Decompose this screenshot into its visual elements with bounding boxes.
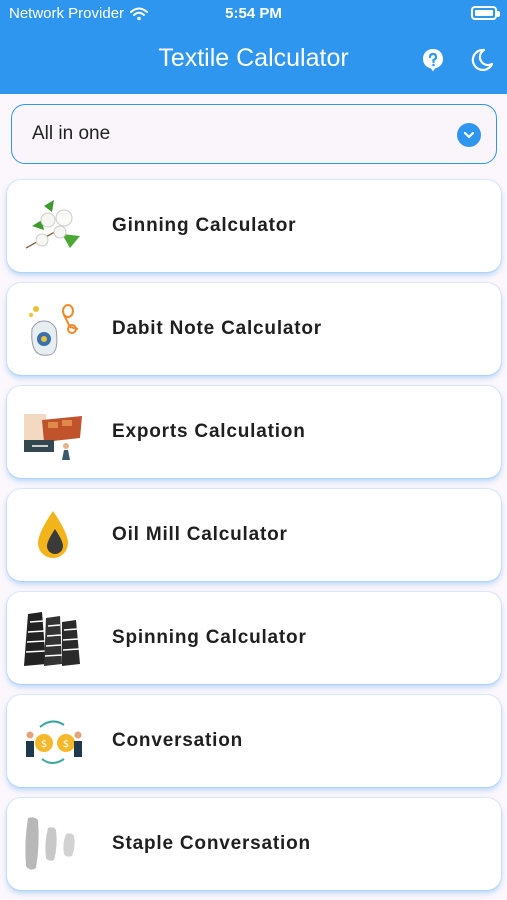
fiber-staple-icon [25,817,75,870]
calculator-label: Oil Mill Calculator [112,524,288,545]
app-bar: Network Provider 5:54 PM Textile Calcula… [0,0,507,94]
calculator-card-dabit-note[interactable]: Dabit Note Calculator [7,283,501,375]
calculator-card-ginning[interactable]: Ginning Calculator [7,180,501,272]
calculator-card-exports[interactable]: Exports Calculation [7,386,501,478]
battery-icon [471,6,500,20]
svg-text:$: $ [41,739,47,750]
calculator-label: Conversation [112,730,244,751]
calculator-label: Staple Conversation [112,833,311,854]
calculator-label: Exports Calculation [112,421,306,442]
yarn-cone-icon [24,612,80,666]
help-button[interactable] [420,47,446,73]
theme-toggle-button[interactable] [469,47,495,73]
chevron-down-icon [457,123,481,147]
calculator-label: Dabit Note Calculator [112,318,322,339]
currency-exchange-icon: $ $ [26,720,82,764]
cotton-icon [25,200,80,249]
calculator-label: Ginning Calculator [112,215,297,236]
money-bag-icon [29,304,79,356]
dark-mode-icon [471,48,494,71]
calculator-card-spinning[interactable]: Spinning Calculator [7,592,501,684]
calculator-card-staple-conversation[interactable]: Staple Conversation [7,798,501,890]
status-time: 5:54 PM [225,5,282,22]
export-ship-icon [24,414,82,460]
help-icon [423,49,443,72]
svg-text:$: $ [63,739,69,750]
calculator-label: Spinning Calculator [112,627,307,648]
category-dropdown[interactable]: All in one [11,104,497,164]
calculator-card-conversation[interactable]: $ $ Conversation [7,695,501,787]
calculator-card-oil-mill[interactable]: Oil Mill Calculator [7,489,501,581]
dropdown-selected-value: All in one [32,123,111,144]
oil-drop-icon [38,511,68,558]
